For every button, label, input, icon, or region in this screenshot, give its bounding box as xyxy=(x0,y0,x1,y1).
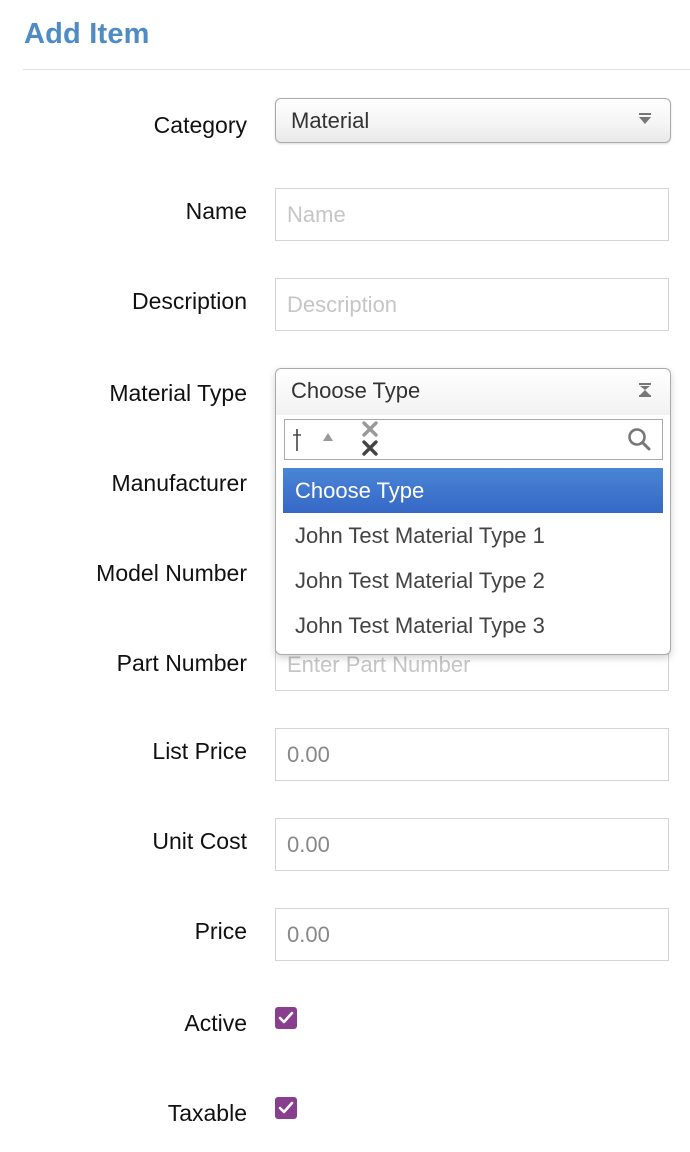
dropdown-option[interactable]: John Test Material Type 2 xyxy=(283,558,663,603)
description-row: Description xyxy=(0,278,690,332)
list-price-label: List Price xyxy=(152,738,247,764)
list-price-row: List Price xyxy=(0,728,690,782)
category-label: Category xyxy=(153,112,247,138)
material-type-select[interactable]: Choose Type xyxy=(276,369,670,415)
part-number-label: Part Number xyxy=(116,650,247,676)
name-input[interactable] xyxy=(275,188,669,241)
dropdown-search-field[interactable] xyxy=(284,419,663,460)
clear-icon[interactable] xyxy=(361,420,379,458)
manufacturer-label: Manufacturer xyxy=(111,470,247,496)
caret-up-icon xyxy=(323,433,333,441)
material-type-label: Material Type xyxy=(109,380,247,406)
dropdown-options-list: Choose Type John Test Material Type 1 Jo… xyxy=(283,468,663,648)
category-select-value: Material xyxy=(291,108,370,133)
taxable-label: Taxable xyxy=(167,1100,247,1126)
name-label: Name xyxy=(185,198,247,224)
active-checkbox[interactable] xyxy=(275,1007,297,1029)
page-title: Add Item xyxy=(24,18,150,50)
active-label: Active xyxy=(184,1010,247,1036)
text-cursor-icon xyxy=(293,429,301,451)
taxable-checkbox[interactable] xyxy=(275,1097,297,1119)
title-divider xyxy=(23,69,690,70)
chevron-up-down-icon xyxy=(639,383,651,397)
checkmark-icon xyxy=(278,1101,294,1114)
description-label: Description xyxy=(131,288,247,314)
add-item-page: Add Item Category Material Name Descript… xyxy=(0,0,690,1152)
active-row: Active xyxy=(0,1000,690,1054)
price-input[interactable] xyxy=(275,908,669,961)
list-price-input[interactable] xyxy=(275,728,669,781)
category-row: Category Material xyxy=(0,98,690,152)
description-input[interactable] xyxy=(275,278,669,331)
price-label: Price xyxy=(194,918,247,944)
model-number-label: Model Number xyxy=(96,560,247,586)
dropdown-option[interactable]: John Test Material Type 1 xyxy=(283,513,663,558)
category-select[interactable]: Material xyxy=(275,98,671,143)
unit-cost-input[interactable] xyxy=(275,818,669,871)
taxable-row: Taxable xyxy=(0,1090,690,1144)
name-row: Name xyxy=(0,188,690,242)
search-icon xyxy=(628,428,651,451)
dropdown-option[interactable]: John Test Material Type 3 xyxy=(283,603,663,648)
dropdown-option[interactable]: Choose Type xyxy=(283,468,663,513)
price-row: Price xyxy=(0,908,690,962)
chevron-down-icon xyxy=(639,113,651,124)
material-type-dropdown[interactable]: Choose Type Choose Type John Test Materi… xyxy=(275,368,671,655)
unit-cost-row: Unit Cost xyxy=(0,818,690,872)
checkmark-icon xyxy=(278,1011,294,1024)
material-type-select-value: Choose Type xyxy=(291,378,421,403)
unit-cost-label: Unit Cost xyxy=(152,828,247,854)
